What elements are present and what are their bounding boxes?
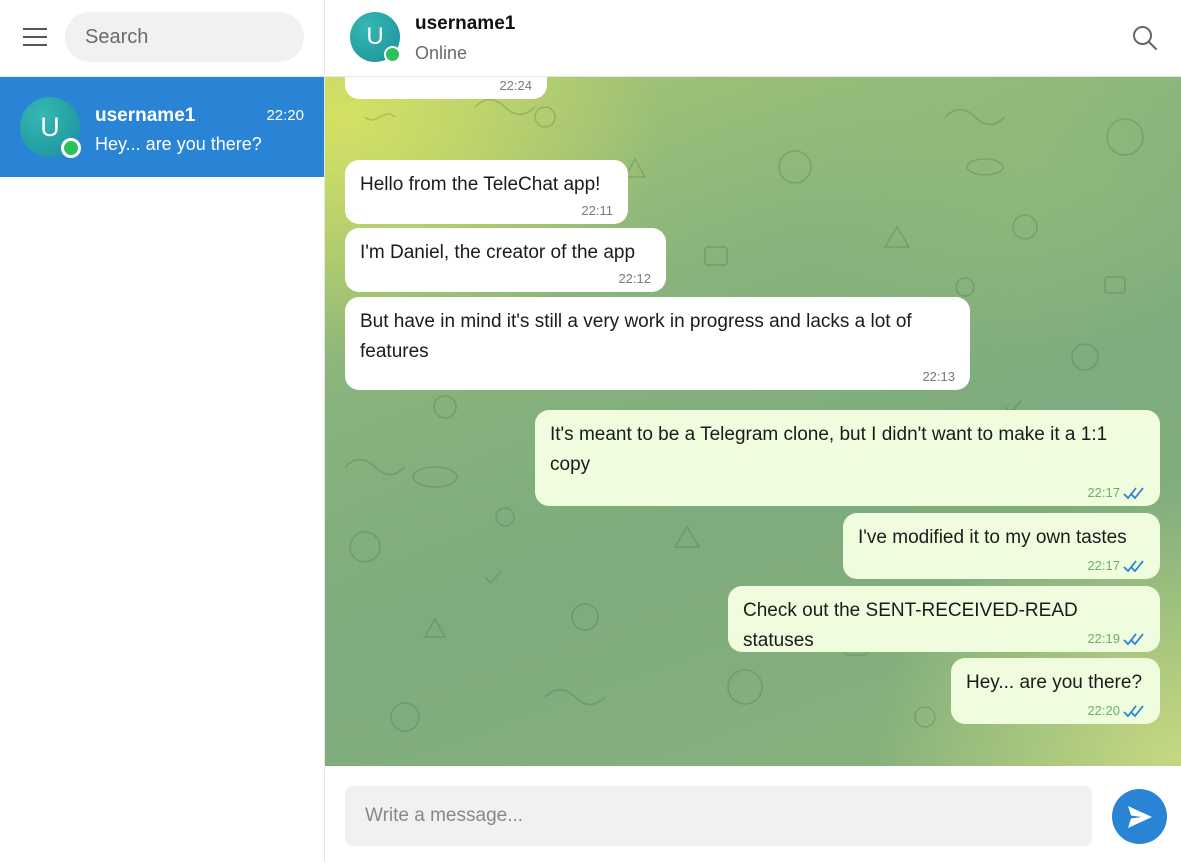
- message-list[interactable]: 22:24 Hello from the TeleChat app! 22:11…: [325, 77, 1181, 766]
- chat-header: U username1 Online: [325, 0, 1181, 77]
- message-bubble-outgoing[interactable]: I've modified it to my own tastes 22:17: [843, 513, 1160, 579]
- message-text: Check out the SENT-RECEIVED-READ statuse…: [743, 600, 1078, 651]
- message-time: 22:13: [922, 369, 955, 384]
- message-bubble-incoming[interactable]: 22:24: [345, 77, 547, 99]
- contact-name[interactable]: username1: [415, 13, 515, 35]
- search-icon[interactable]: [1131, 24, 1159, 52]
- chat-list-item[interactable]: U username1 22:20 Hey... are you there?: [0, 77, 324, 177]
- message-bubble-incoming[interactable]: Hello from the TeleChat app! 22:11: [345, 160, 628, 224]
- read-ticks-icon: [1123, 487, 1144, 500]
- send-icon: [1127, 805, 1152, 828]
- chat-time: 22:20: [266, 107, 304, 124]
- message-bubble-outgoing[interactable]: Check out the SENT-RECEIVED-READ statuse…: [728, 586, 1160, 652]
- message-text: I've modified it to my own tastes: [858, 527, 1127, 548]
- message-time: 22:17: [1087, 485, 1120, 500]
- message-text: It's meant to be a Telegram clone, but I…: [550, 424, 1108, 475]
- read-ticks-icon: [1123, 705, 1144, 718]
- hamburger-menu-icon[interactable]: [16, 20, 54, 54]
- message-time: 22:11: [581, 203, 613, 218]
- chat-name: username1: [95, 105, 196, 126]
- chat-preview: Hey... are you there?: [95, 134, 262, 154]
- message-time: 22:12: [618, 271, 651, 286]
- message-bubble-outgoing[interactable]: It's meant to be a Telegram clone, but I…: [535, 410, 1160, 506]
- search-input[interactable]: [65, 12, 304, 62]
- message-bubble-incoming[interactable]: But have in mind it's still a very work …: [345, 297, 970, 390]
- contact-status: Online: [415, 43, 468, 63]
- message-text: I'm Daniel, the creator of the app: [360, 242, 636, 263]
- main-panel: U username1 Online 22:24 Hello from the …: [325, 0, 1181, 862]
- message-text: But have in mind it's still a very work …: [360, 311, 912, 362]
- message-time: 22:19: [1087, 631, 1120, 646]
- sidebar: U username1 22:20 Hey... are you there?: [0, 0, 325, 862]
- message-time: 22:20: [1087, 703, 1120, 718]
- message-bubble-outgoing[interactable]: Hey... are you there? 22:20: [951, 658, 1160, 724]
- sidebar-header: [0, 0, 324, 77]
- message-text: Hey... are you there?: [966, 672, 1143, 693]
- message-text: Hello from the TeleChat app!: [360, 174, 601, 195]
- read-ticks-icon: [1123, 633, 1144, 646]
- message-time: 22:17: [1087, 558, 1120, 573]
- read-ticks-icon: [1123, 560, 1144, 573]
- online-indicator: [61, 138, 81, 158]
- message-time: 22:24: [499, 78, 532, 93]
- send-button[interactable]: [1112, 789, 1167, 844]
- message-composer: [325, 766, 1181, 862]
- message-input[interactable]: [345, 786, 1092, 846]
- message-bubble-incoming[interactable]: I'm Daniel, the creator of the app 22:12: [345, 228, 666, 292]
- online-indicator: [384, 46, 401, 63]
